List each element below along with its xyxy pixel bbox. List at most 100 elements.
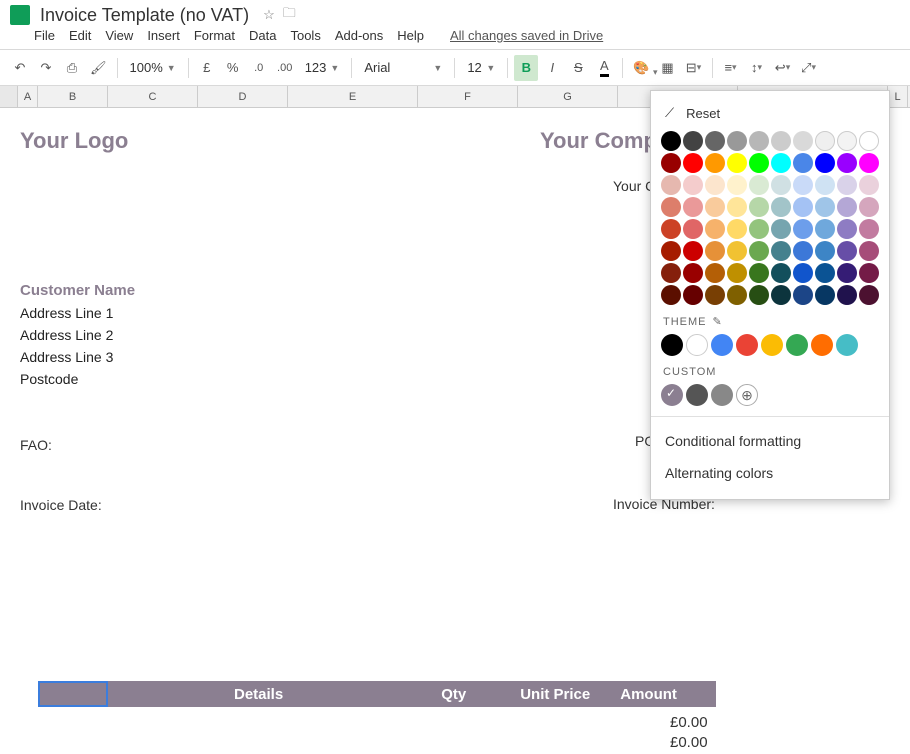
color-swatch[interactable] [815,219,835,239]
paint-format-button[interactable]: 🖌 [86,55,111,81]
color-swatch[interactable] [661,263,681,283]
font-select[interactable]: Arial▼ [358,55,448,81]
color-swatch[interactable] [683,263,703,283]
color-swatch[interactable] [815,153,835,173]
color-swatch[interactable] [793,241,813,261]
color-swatch[interactable] [683,153,703,173]
menu-tools[interactable]: Tools [290,28,320,43]
color-swatch[interactable] [661,241,681,261]
color-swatch[interactable] [749,197,769,217]
edit-theme-icon[interactable]: ✎ [713,315,723,328]
custom-swatch[interactable] [661,384,683,406]
color-swatch[interactable] [815,175,835,195]
color-swatch[interactable] [749,153,769,173]
strikethrough-button[interactable]: S [566,55,590,81]
font-size-select[interactable]: 12▼ [461,55,501,81]
color-swatch[interactable] [705,131,725,151]
color-swatch[interactable] [837,131,857,151]
theme-swatch[interactable] [686,334,708,356]
color-swatch[interactable] [859,175,879,195]
invoice-table-header[interactable]: Details Qty Unit Price Amount [38,681,716,707]
color-swatch[interactable] [815,131,835,151]
color-swatch[interactable] [661,197,681,217]
theme-swatch[interactable] [661,334,683,356]
h-align-button[interactable]: ≡▾ [719,55,743,81]
text-wrap-button[interactable]: ↩▾ [771,55,795,81]
color-swatch[interactable] [771,263,791,283]
text-rotate-button[interactable]: ⤢▾ [797,55,821,81]
merge-cells-button[interactable]: ⊟▾ [682,55,706,81]
color-swatch[interactable] [859,285,879,305]
color-swatch[interactable] [859,153,879,173]
color-swatch[interactable] [771,285,791,305]
color-swatch[interactable] [705,219,725,239]
color-swatch[interactable] [815,285,835,305]
color-swatch[interactable] [683,175,703,195]
color-swatch[interactable] [815,241,835,261]
col-header[interactable]: C [108,86,198,107]
color-swatch[interactable] [815,263,835,283]
color-swatch[interactable] [815,197,835,217]
percent-button[interactable]: % [221,55,245,81]
custom-swatch[interactable] [686,384,708,406]
color-swatch[interactable] [771,197,791,217]
color-swatch[interactable] [661,131,681,151]
color-swatch[interactable] [705,175,725,195]
color-swatch[interactable] [793,263,813,283]
color-swatch[interactable] [749,219,769,239]
sheets-logo-icon[interactable] [10,5,30,25]
decrease-decimal-button[interactable]: .0 [247,55,271,81]
company-line2[interactable]: Your C [613,178,655,194]
theme-swatch[interactable] [786,334,808,356]
color-swatch[interactable] [683,285,703,305]
color-swatch[interactable] [705,153,725,173]
menu-format[interactable]: Format [194,28,235,43]
col-header[interactable]: F [418,86,518,107]
color-swatch[interactable] [727,175,747,195]
color-swatch[interactable] [683,197,703,217]
color-swatch[interactable] [683,241,703,261]
fill-color-button[interactable]: 🎨▾ [629,55,653,81]
color-swatch[interactable] [793,131,813,151]
color-swatch[interactable] [683,131,703,151]
bold-button[interactable]: B [514,55,538,81]
zoom-select[interactable]: 100%▼ [124,55,182,81]
color-swatch[interactable] [771,241,791,261]
col-header[interactable]: A [18,86,38,107]
selected-cell[interactable] [38,681,108,707]
color-swatch[interactable] [661,285,681,305]
color-swatch[interactable] [661,175,681,195]
color-swatch[interactable] [859,131,879,151]
move-folder-icon[interactable]: 🗀 [283,4,296,26]
undo-button[interactable]: ↶ [8,55,32,81]
color-swatch[interactable] [837,175,857,195]
col-header[interactable]: E [288,86,418,107]
menu-help[interactable]: Help [397,28,424,43]
color-swatch[interactable] [771,175,791,195]
color-swatch[interactable] [727,153,747,173]
color-swatch[interactable] [661,153,681,173]
add-custom-color-button[interactable]: ⊕ [736,384,758,406]
borders-button[interactable]: ▦ [656,55,680,81]
theme-swatch[interactable] [736,334,758,356]
v-align-button[interactable]: ↕▾ [745,55,769,81]
color-swatch[interactable] [749,131,769,151]
menu-insert[interactable]: Insert [147,28,180,43]
print-button[interactable]: ⎙ [60,55,84,81]
col-header[interactable]: D [198,86,288,107]
number-format-select[interactable]: 123▼ [299,55,346,81]
color-swatch[interactable] [661,219,681,239]
color-swatch[interactable] [837,197,857,217]
color-swatch[interactable] [837,219,857,239]
text-color-button[interactable]: A [592,55,616,81]
color-swatch[interactable] [859,219,879,239]
color-swatch[interactable] [705,241,725,261]
color-swatch[interactable] [859,263,879,283]
color-swatch[interactable] [793,197,813,217]
amount-row[interactable]: £0.00 [670,714,708,731]
color-swatch[interactable] [771,131,791,151]
reset-color-button[interactable]: ⟋ Reset [661,101,879,131]
theme-swatch[interactable] [836,334,858,356]
color-swatch[interactable] [837,153,857,173]
color-swatch[interactable] [837,263,857,283]
